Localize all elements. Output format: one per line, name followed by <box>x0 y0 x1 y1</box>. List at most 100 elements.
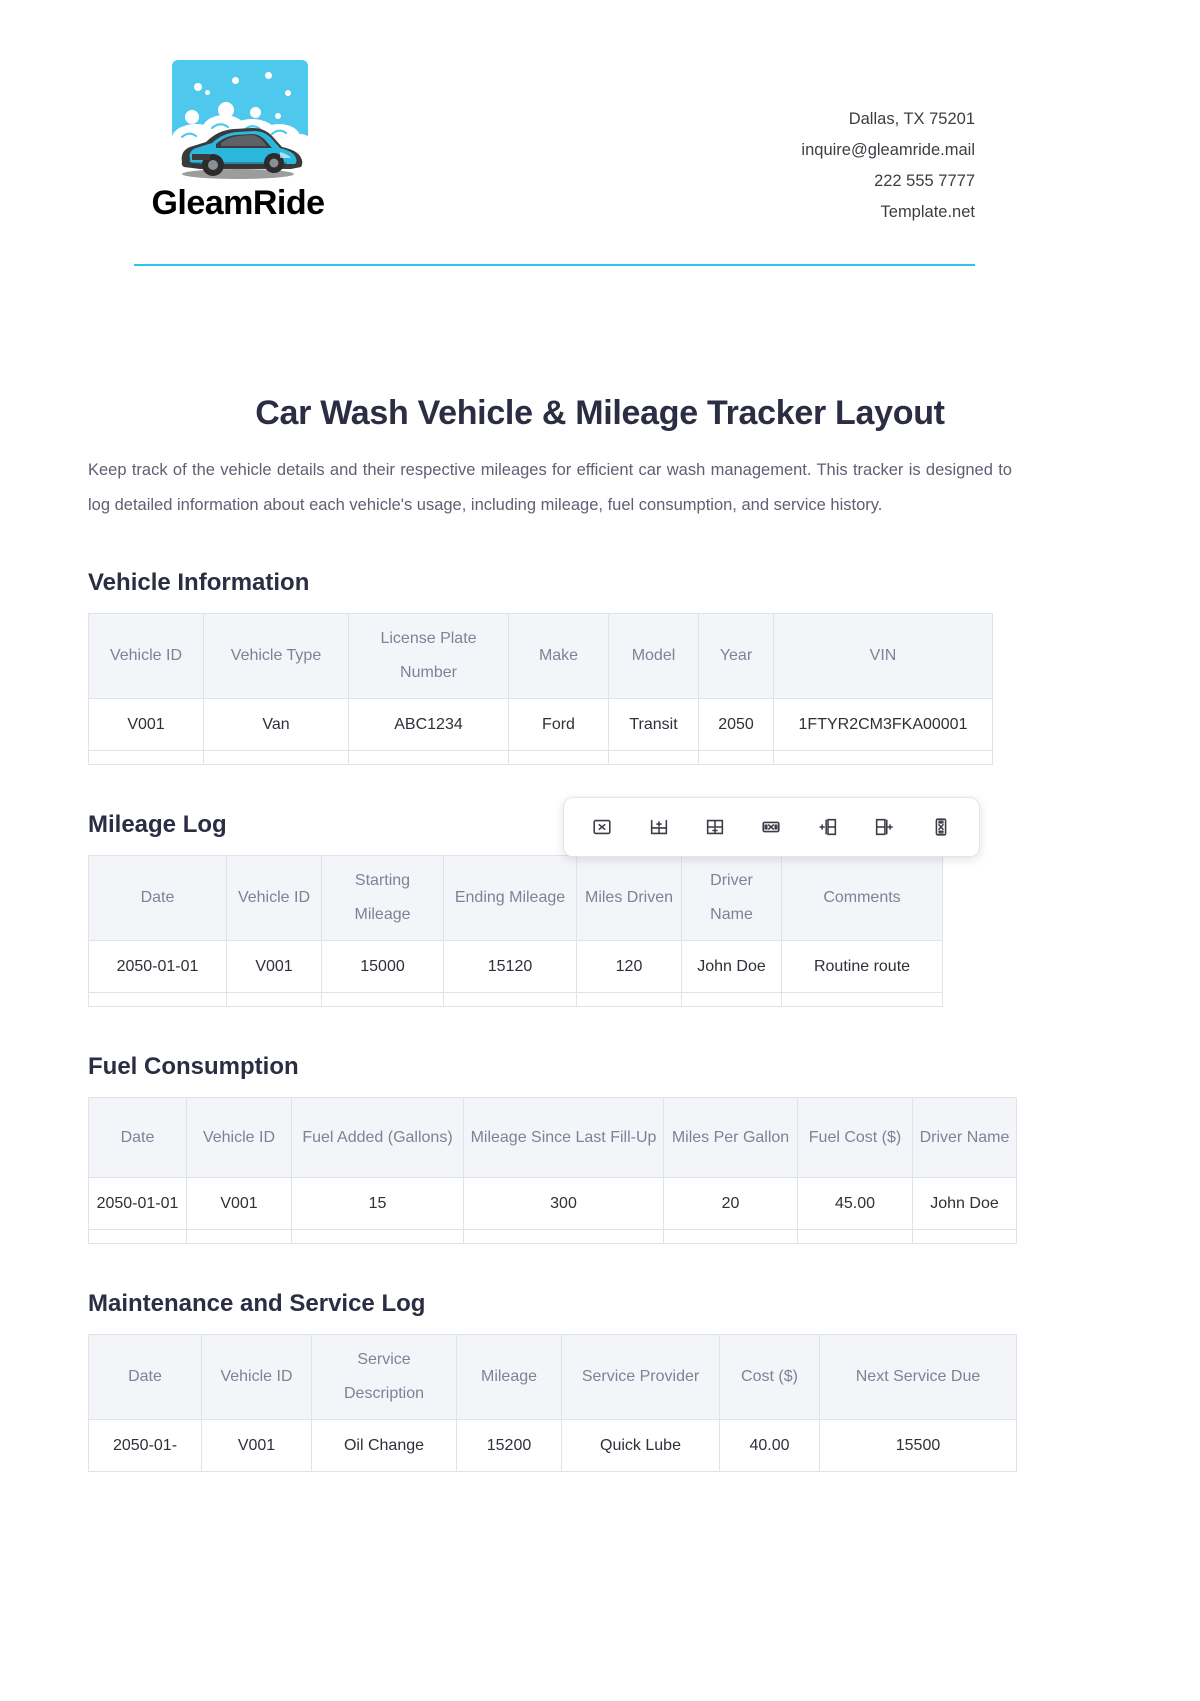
table-cell[interactable] <box>321 992 444 1007</box>
contact-website: Template.net <box>880 203 975 221</box>
insert-column-right-button[interactable] <box>865 808 903 846</box>
table-cell[interactable]: John Doe <box>681 940 782 993</box>
table-cell[interactable]: 15500 <box>819 1419 1017 1472</box>
table-cell[interactable] <box>681 992 782 1007</box>
section-title: Fuel Consumption <box>88 1053 299 1080</box>
table-cell[interactable]: Oil Change <box>311 1419 457 1472</box>
table-cell[interactable]: 2050 <box>698 698 774 751</box>
table-wrapper: Vehicle ID Vehicle Type License Plate Numb… <box>88 613 1200 765</box>
column-header: Fuel Added (Gallons) <box>291 1097 464 1178</box>
table-cell[interactable]: 20 <box>663 1177 798 1230</box>
table-cell[interactable]: John Doe <box>912 1177 1017 1230</box>
table-cell[interactable] <box>203 750 349 765</box>
column-header: Driver Name <box>912 1097 1017 1178</box>
section-title: Vehicle Information <box>88 569 310 596</box>
table-cell[interactable] <box>797 1229 913 1244</box>
table-row[interactable]: V001 Van ABC1234 Ford Transit 2050 1FTYR2CM3FK… <box>88 698 993 751</box>
table-cell[interactable]: Routine route <box>781 940 943 993</box>
contact-email: inquire@gleamride.mail <box>801 141 975 159</box>
table-cell[interactable] <box>508 750 609 765</box>
table-cell[interactable] <box>88 1229 187 1244</box>
header-divider <box>134 264 975 266</box>
insert-column-left-button[interactable] <box>809 808 847 846</box>
column-header: Fuel Cost ($) <box>797 1097 913 1178</box>
table-cell[interactable]: Van <box>203 698 349 751</box>
column-header: Next Service Due <box>819 1334 1017 1420</box>
insert-row-below-button[interactable] <box>696 808 734 846</box>
contact-phone: 222 555 7777 <box>874 172 975 190</box>
column-header: Ending Mileage <box>443 855 577 941</box>
column-header: Mileage Since Last Fill-Up <box>463 1097 664 1178</box>
table-cell[interactable] <box>88 750 204 765</box>
column-insert-right-icon <box>876 818 894 836</box>
table-row-empty[interactable] <box>88 992 943 1007</box>
table-cell[interactable]: 1FTYR2CM3FKA00001 <box>773 698 993 751</box>
table-edit-toolbar[interactable] <box>563 797 980 857</box>
column-header: Date <box>88 1097 187 1178</box>
table-cell[interactable] <box>443 992 577 1007</box>
delete-column-button[interactable] <box>922 808 960 846</box>
delete-table-button[interactable] <box>583 808 621 846</box>
table-cell[interactable] <box>663 1229 798 1244</box>
delete-row-button[interactable] <box>752 808 790 846</box>
table-cell[interactable]: 15 <box>291 1177 464 1230</box>
table-row[interactable]: 2050-01- V001 Oil Change 15200 Quick Lube 40.… <box>88 1419 1017 1472</box>
section-3: Maintenance and Service Log Date Vehicle I… <box>0 1290 1200 1472</box>
table-cell[interactable]: 2050-01-01 <box>88 940 227 993</box>
table-cell[interactable] <box>348 750 509 765</box>
table-row-empty[interactable] <box>88 1229 1017 1244</box>
table-cell[interactable] <box>773 750 993 765</box>
table-cell[interactable]: 2050-01- <box>88 1419 202 1472</box>
car-wash-logo-icon <box>166 48 312 183</box>
table-row[interactable]: 2050-01-01 V001 15000 15120 120 John Doe Routi… <box>88 940 943 993</box>
data-table[interactable]: Date Vehicle ID Service Description Mileage… <box>88 1334 1017 1472</box>
table-cell[interactable]: V001 <box>186 1177 292 1230</box>
page-title: Car Wash Vehicle & Mileage Tracker Layou… <box>255 394 945 432</box>
table-cell[interactable]: V001 <box>226 940 322 993</box>
table-row-empty[interactable] <box>88 750 993 765</box>
insert-row-above-button[interactable] <box>640 808 678 846</box>
table-cell[interactable] <box>608 750 699 765</box>
table-cell[interactable]: 15120 <box>443 940 577 993</box>
table-cell[interactable]: 120 <box>576 940 682 993</box>
logo-car-icon <box>181 128 303 179</box>
table-wrapper: Date Vehicle ID Service Description Mileage… <box>88 1334 1200 1472</box>
sections-container: Vehicle Information Vehicle ID Vehicle Typ… <box>0 569 1200 1472</box>
table-cell[interactable] <box>781 992 943 1007</box>
table-cell[interactable]: V001 <box>201 1419 312 1472</box>
section-0: Vehicle Information Vehicle ID Vehicle Typ… <box>0 569 1200 765</box>
column-insert-left-icon <box>819 818 837 836</box>
table-cell[interactable]: 15200 <box>456 1419 562 1472</box>
data-table[interactable]: Date Vehicle ID Starting Mileage Ending Mil… <box>88 855 943 1007</box>
table-cell[interactable]: 15000 <box>321 940 444 993</box>
table-cell[interactable] <box>226 992 322 1007</box>
table-row[interactable]: 2050-01-01 V001 15 300 20 45.00 John Doe <box>88 1177 1017 1230</box>
table-cell[interactable]: Quick Lube <box>561 1419 720 1472</box>
column-header: Vehicle ID <box>226 855 322 941</box>
table-cell[interactable] <box>186 1229 292 1244</box>
table-header-row: Vehicle ID Vehicle Type License Plate Numb… <box>88 613 993 699</box>
column-header: Miles Per Gallon <box>663 1097 798 1178</box>
table-cell[interactable]: ABC1234 <box>348 698 509 751</box>
column-header: Service Provider <box>561 1334 720 1420</box>
brand-name: GleamRide <box>151 184 325 222</box>
table-cell[interactable] <box>912 1229 1017 1244</box>
data-table[interactable]: Vehicle ID Vehicle Type License Plate Numb… <box>88 613 993 765</box>
column-header: Model <box>608 613 699 699</box>
table-cell[interactable]: Transit <box>608 698 699 751</box>
table-cell[interactable] <box>463 1229 664 1244</box>
table-cell[interactable]: Ford <box>508 698 609 751</box>
table-header-row: Date Vehicle ID Service Description Mileage… <box>88 1334 1017 1420</box>
table-cell[interactable] <box>698 750 774 765</box>
table-cell[interactable]: 40.00 <box>719 1419 820 1472</box>
table-cell[interactable]: 2050-01-01 <box>88 1177 187 1230</box>
table-cell[interactable]: 300 <box>463 1177 664 1230</box>
table-cell[interactable]: 45.00 <box>797 1177 913 1230</box>
column-header: Vehicle ID <box>201 1334 312 1420</box>
table-cell[interactable] <box>291 1229 464 1244</box>
table-cell[interactable]: V001 <box>88 698 204 751</box>
table-cell[interactable] <box>88 992 227 1007</box>
table-wrapper: Date Vehicle ID Starting Mileage Ending Mil… <box>88 855 1200 1007</box>
data-table[interactable]: Date Vehicle ID Fuel Added (Gallons) Mileag… <box>88 1097 1017 1244</box>
table-cell[interactable] <box>576 992 682 1007</box>
